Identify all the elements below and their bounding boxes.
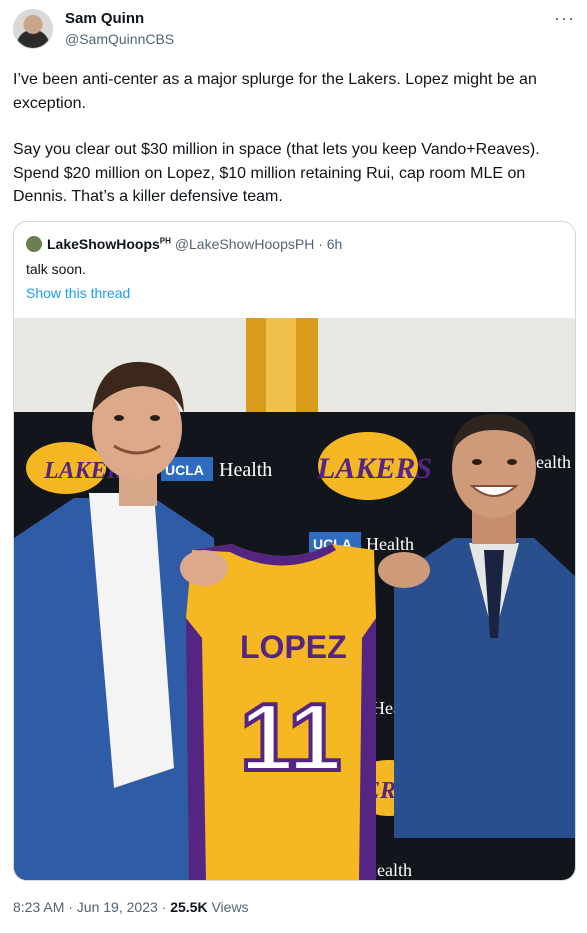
author-avatar[interactable] — [13, 9, 53, 49]
tweet-text: I’ve been anti-center as a major splurge… — [13, 68, 573, 232]
lakers-jersey: LOPEZ 11 — [186, 544, 376, 880]
tweet-timestamp[interactable]: 8:23 AM · Jun 19, 2023 · — [13, 899, 170, 915]
health-text-right: ealth — [536, 452, 571, 472]
svg-text:Health: Health — [219, 459, 272, 481]
quoted-tweet-header: LakeShowHoopsPH @LakeShowHoopsPH · 6h — [26, 236, 342, 252]
svg-text:lealth: lealth — [372, 860, 412, 880]
tweet-paragraph-2: Say you clear out $30 million in space (… — [13, 141, 540, 205]
tweet-footer: 8:23 AM · Jun 19, 2023 · 25.5K Views — [13, 899, 249, 915]
press-conference-photo[interactable]: LAKERS UCLA Health LAKERS ealth UCLA Hea… — [14, 318, 576, 881]
svg-text:UCLA: UCLA — [165, 462, 204, 478]
more-options-icon[interactable]: ··· — [554, 8, 575, 29]
show-thread-link[interactable]: Show this thread — [26, 285, 130, 301]
tweet-paragraph-1: I’ve been anti-center as a major splurge… — [13, 71, 537, 112]
views-count: 25.5K — [170, 899, 208, 915]
quoted-author-handle: @LakeShowHoopsPH — [174, 236, 315, 252]
quoted-timestamp: · 6h — [318, 236, 343, 252]
quoted-avatar — [26, 236, 42, 252]
quoted-tweet[interactable]: LakeShowHoopsPH @LakeShowHoopsPH · 6h ta… — [13, 221, 576, 881]
author-name[interactable]: Sam Quinn — [65, 10, 144, 27]
svg-text:LOPEZ: LOPEZ — [240, 629, 347, 665]
author-handle[interactable]: @SamQuinnCBS — [65, 31, 174, 47]
svg-text:11: 11 — [240, 684, 341, 791]
quoted-author-name: LakeShowHoopsPH — [47, 236, 171, 252]
views-label: Views — [207, 899, 249, 915]
quoted-text: talk soon. — [26, 261, 86, 277]
svg-text:LAKERS: LAKERS — [316, 452, 432, 485]
